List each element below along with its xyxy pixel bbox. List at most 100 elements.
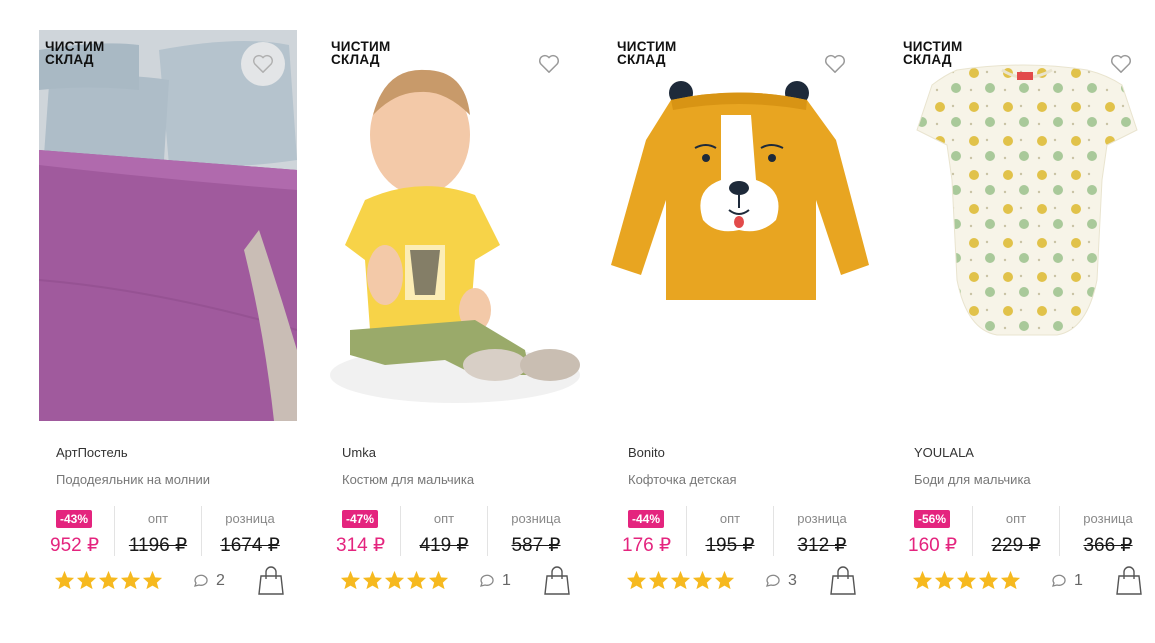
star-icon (384, 570, 405, 590)
star-icon (934, 570, 955, 590)
bodysuit-illustration (897, 30, 1155, 421)
add-to-cart-button[interactable] (258, 566, 284, 596)
shopping-bag-icon (258, 566, 284, 595)
shopping-bag-icon (830, 566, 856, 595)
sale-badge: ЧИСТИМ СКЛАД (617, 39, 677, 67)
boy-costume-illustration (325, 30, 583, 421)
product-brand[interactable]: АртПостель (56, 445, 128, 460)
current-price: 314 ₽ (336, 535, 386, 556)
current-price: 176 ₽ (622, 535, 672, 556)
comment-icon (194, 574, 208, 587)
product-image-boy-costume[interactable] (325, 30, 583, 421)
opt-label: опт (433, 511, 455, 526)
star-icon (670, 570, 691, 590)
product-title[interactable]: Пододеяльник на молнии (56, 472, 210, 487)
retail-label: розница (511, 511, 561, 526)
heart-icon (253, 54, 273, 73)
price-block: -43% 952 ₽ опт 1196 ₽ розница 1674 ₽ (39, 506, 297, 556)
rating-stars (912, 570, 1021, 590)
heart-icon (539, 54, 559, 73)
heart-icon (1111, 54, 1131, 73)
rating-stars (626, 570, 735, 590)
star-icon (1000, 570, 1021, 590)
comment-icon (480, 574, 494, 587)
comments-link[interactable]: 1 (478, 572, 511, 590)
star-icon (120, 570, 141, 590)
opt-price: 1196 ₽ (128, 535, 188, 556)
product-card[interactable]: ЧИСТИМ СКЛАД АртПостель Пододеяльник на … (39, 30, 297, 610)
star-icon (956, 570, 977, 590)
sale-badge: ЧИСТИМ СКЛАД (331, 39, 391, 67)
star-icon (142, 570, 163, 590)
favorite-button[interactable] (813, 42, 857, 86)
comments-link[interactable]: 2 (192, 572, 225, 590)
current-price: 160 ₽ (908, 535, 958, 556)
discount-badge: -44% (628, 510, 665, 528)
add-to-cart-button[interactable] (1116, 566, 1142, 596)
sale-badge: ЧИСТИМ СКЛАД (903, 39, 963, 67)
price-block: -56% 160 ₽ опт 229 ₽ розница 366 ₽ (897, 506, 1155, 556)
comments-link[interactable]: 1 (1050, 572, 1083, 590)
retail-label: розница (797, 511, 847, 526)
product-image-kids-sweater[interactable] (611, 30, 869, 421)
opt-price: 419 ₽ (419, 535, 469, 556)
star-icon (428, 570, 449, 590)
retail-price: 312 ₽ (797, 535, 847, 556)
retail-price: 587 ₽ (511, 535, 561, 556)
discount-badge: -56% (914, 510, 951, 528)
star-icon (406, 570, 427, 590)
retail-price: 1674 ₽ (220, 535, 280, 556)
comments-count: 1 (1074, 572, 1083, 589)
product-title[interactable]: Кофточка детская (628, 472, 737, 487)
retail-label: розница (225, 511, 275, 526)
current-price: 952 ₽ (50, 535, 100, 556)
shopping-bag-icon (544, 566, 570, 595)
shopping-bag-icon (1116, 566, 1142, 595)
comments-count: 2 (216, 572, 225, 589)
product-title[interactable]: Боди для мальчика (914, 472, 1031, 487)
rating-stars (340, 570, 449, 590)
favorite-button[interactable] (241, 42, 285, 86)
retail-label: розница (1083, 511, 1133, 526)
star-icon (362, 570, 383, 590)
star-icon (648, 570, 669, 590)
discount-badge: -43% (56, 510, 93, 528)
kids-sweater-illustration (611, 30, 869, 421)
product-title[interactable]: Костюм для мальчика (342, 472, 474, 487)
sale-badge: ЧИСТИМ СКЛАД (45, 39, 105, 67)
retail-price: 366 ₽ (1083, 535, 1133, 556)
comments-link[interactable]: 3 (764, 572, 797, 590)
star-icon (54, 570, 75, 590)
star-icon (714, 570, 735, 590)
favorite-button[interactable] (527, 42, 571, 86)
opt-price: 195 ₽ (705, 535, 755, 556)
bedding-illustration (39, 30, 297, 421)
star-icon (76, 570, 97, 590)
product-brand[interactable]: Bonito (628, 445, 665, 460)
opt-price: 229 ₽ (991, 535, 1041, 556)
comment-icon (1052, 574, 1066, 587)
star-icon (340, 570, 361, 590)
favorite-button[interactable] (1099, 42, 1143, 86)
product-card[interactable]: ЧИСТИМ СКЛАД Bonito Кофточка детская -44… (611, 30, 869, 610)
add-to-cart-button[interactable] (544, 566, 570, 596)
comments-count: 1 (502, 572, 511, 589)
rating-stars (54, 570, 163, 590)
comment-icon (766, 574, 780, 587)
product-brand[interactable]: YOULALA (914, 445, 974, 460)
comments-count: 3 (788, 572, 797, 589)
product-image-bodysuit[interactable] (897, 30, 1155, 421)
price-block: -47% 314 ₽ опт 419 ₽ розница 587 ₽ (325, 506, 583, 556)
product-image-bedding[interactable] (39, 30, 297, 421)
star-icon (912, 570, 933, 590)
star-icon (626, 570, 647, 590)
add-to-cart-button[interactable] (830, 566, 856, 596)
product-card[interactable]: ЧИСТИМ СКЛАД YOULALA Боди для мальчика -… (897, 30, 1155, 610)
product-brand[interactable]: Umka (342, 445, 376, 460)
product-card[interactable]: ЧИСТИМ СКЛАД Umka Костюм для мальчика -4… (325, 30, 583, 610)
opt-label: опт (1005, 511, 1027, 526)
opt-label: опт (719, 511, 741, 526)
opt-label: опт (147, 511, 169, 526)
star-icon (978, 570, 999, 590)
star-icon (98, 570, 119, 590)
